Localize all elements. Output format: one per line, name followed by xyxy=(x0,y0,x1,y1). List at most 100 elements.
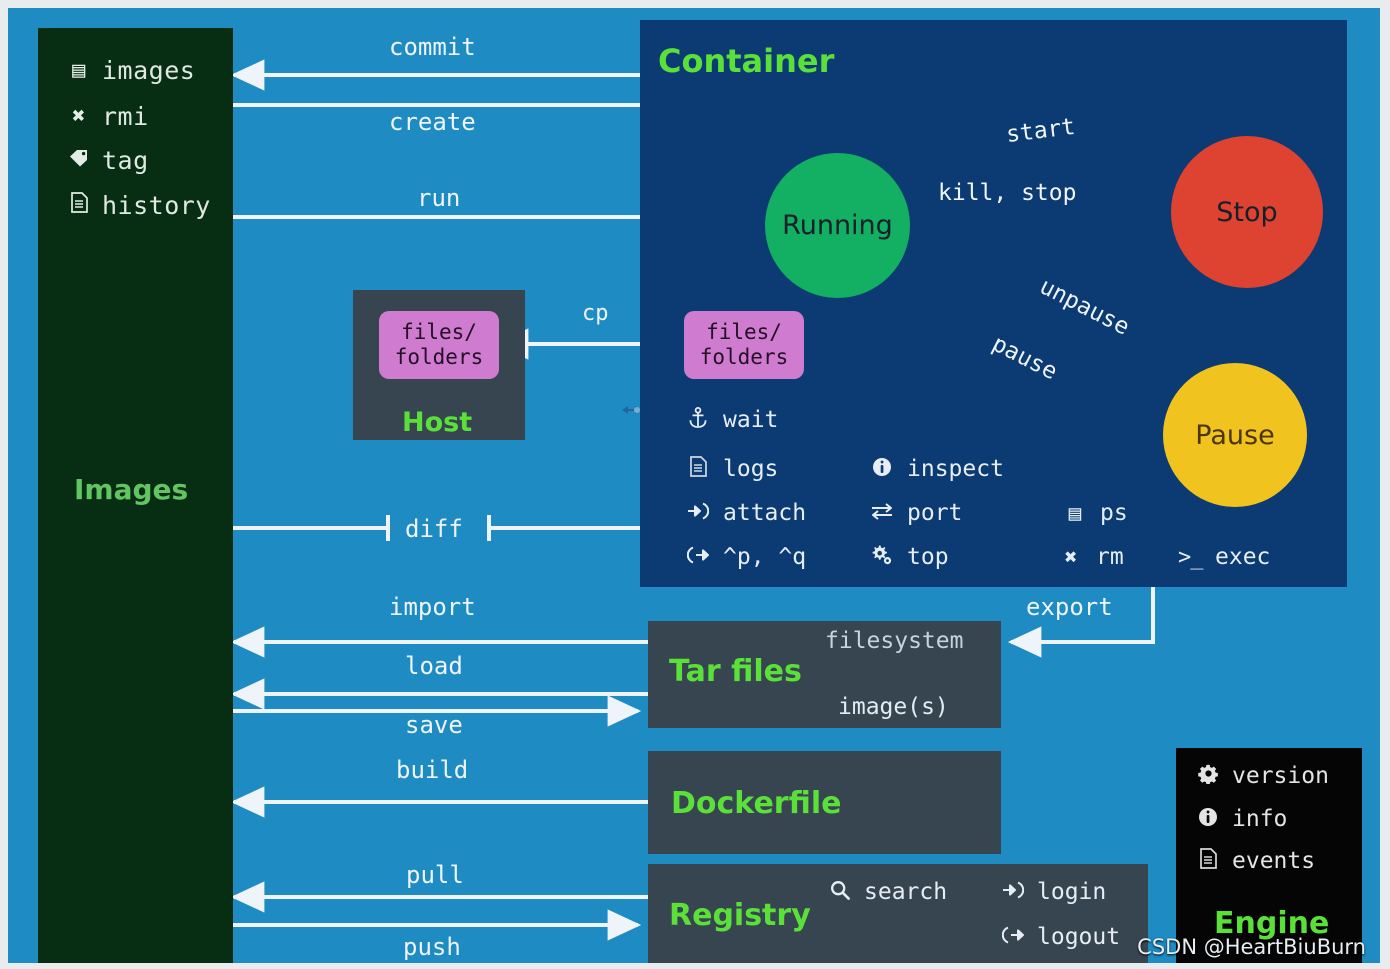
diagram-canvas: ▤ images ✖ rmi tag history Images Contai… xyxy=(8,8,1380,963)
container-command-rm[interactable]: ✖ rm xyxy=(1059,544,1124,570)
frame-left-edge xyxy=(0,0,8,969)
files-folders-line2: folders xyxy=(699,345,789,369)
state-pause[interactable]: Pause xyxy=(1163,363,1307,507)
tar-filesystem-label: filesystem xyxy=(825,628,964,654)
frame-top-edge xyxy=(0,0,1390,8)
watermark: CSDN @HeartBiuBurn xyxy=(1137,935,1366,959)
files-folders-line1: files/ xyxy=(401,320,477,344)
images-command-label: tag xyxy=(102,146,149,175)
images-command-history[interactable]: history xyxy=(68,191,211,220)
label-push: push xyxy=(403,933,461,961)
container-command-wait[interactable]: wait xyxy=(686,406,779,433)
label-pull: pull xyxy=(406,861,464,889)
info-icon xyxy=(870,457,894,482)
terminal-icon: >_ xyxy=(1178,544,1204,570)
registry-command-search[interactable]: search xyxy=(828,879,947,905)
images-command-label: history xyxy=(102,191,211,220)
exchange-icon xyxy=(870,501,894,525)
info-icon xyxy=(1196,807,1220,832)
container-panel-title: Container xyxy=(658,42,835,80)
host-panel-title: Host xyxy=(402,407,473,438)
files-folders-line1: files/ xyxy=(706,320,782,344)
cross-icon: ✖ xyxy=(72,104,86,129)
container-command-label: port xyxy=(907,500,963,526)
state-stop[interactable]: Stop xyxy=(1171,136,1323,288)
images-panel-title: Images xyxy=(74,473,189,506)
container-files-folders: files/ folders xyxy=(684,311,804,379)
frame-bottom-edge xyxy=(0,963,1390,969)
container-command-port[interactable]: port xyxy=(870,500,962,526)
sign-in-icon xyxy=(1001,880,1025,904)
registry-command-label: search xyxy=(864,879,948,905)
registry-title: Registry xyxy=(669,898,811,933)
container-command-label: top xyxy=(907,544,949,570)
engine-command-info[interactable]: info xyxy=(1196,806,1287,832)
container-command-exec[interactable]: >_ exec xyxy=(1178,544,1270,570)
label-run: run xyxy=(417,184,461,212)
label-diff: diff xyxy=(405,515,463,543)
container-command-label: ^p, ^q xyxy=(723,544,807,570)
container-command-top[interactable]: top xyxy=(870,544,949,570)
label-cp: cp xyxy=(582,301,609,326)
engine-command-version[interactable]: version xyxy=(1196,763,1329,789)
label-commit: commit xyxy=(389,33,476,61)
engine-command-label: version xyxy=(1232,763,1329,789)
label-kill-stop: kill, stop xyxy=(938,180,1077,206)
images-command-rmi[interactable]: ✖ rmi xyxy=(68,102,149,131)
tag-icon xyxy=(68,148,90,173)
files-folders-line2: folders xyxy=(394,345,484,369)
sign-in-icon xyxy=(686,501,710,525)
search-icon xyxy=(828,880,852,905)
images-command-label: rmi xyxy=(102,102,149,131)
tar-files-title: Tar files xyxy=(669,654,802,689)
document-icon xyxy=(68,192,90,219)
state-running[interactable]: Running xyxy=(765,153,910,298)
state-label: Running xyxy=(782,210,893,241)
registry-command-label: logout xyxy=(1037,924,1121,950)
document-icon xyxy=(686,456,710,482)
container-command-label: wait xyxy=(723,407,779,433)
label-create: create xyxy=(389,108,476,136)
label-import: import xyxy=(389,593,476,621)
container-command-inspect[interactable]: inspect xyxy=(870,456,1004,482)
container-command-attach[interactable]: attach xyxy=(686,500,806,526)
docker-architecture-diagram: ▤ images ✖ rmi tag history Images Contai… xyxy=(0,0,1390,969)
host-files-folders: files/ folders xyxy=(379,311,499,379)
engine-command-label: info xyxy=(1232,806,1288,832)
label-save: save xyxy=(405,711,463,739)
container-command-label: logs xyxy=(723,456,779,482)
label-load: load xyxy=(405,652,463,680)
container-command-label: inspect xyxy=(907,456,1004,482)
container-command-label: ps xyxy=(1100,500,1128,526)
frame-right-edge xyxy=(1380,0,1390,969)
tar-images-label: image(s) xyxy=(838,694,949,720)
container-command-label: attach xyxy=(723,500,807,526)
container-command-ps[interactable]: ▤ ps xyxy=(1063,500,1128,526)
gears-icon xyxy=(870,544,894,570)
anchor-icon xyxy=(686,406,710,433)
move-cursor-icon xyxy=(620,398,654,422)
dockerfile-title: Dockerfile xyxy=(671,786,842,821)
images-command-tag[interactable]: tag xyxy=(68,146,149,175)
cross-icon: ✖ xyxy=(1064,545,1078,569)
images-command-images[interactable]: ▤ images xyxy=(68,56,195,85)
registry-command-label: login xyxy=(1037,879,1107,905)
container-command-label: exec xyxy=(1215,544,1271,570)
sign-out-icon xyxy=(1001,925,1025,949)
registry-command-login[interactable]: login xyxy=(1001,879,1106,905)
engine-command-label: events xyxy=(1232,848,1316,874)
container-command-logs[interactable]: logs xyxy=(686,456,778,482)
engine-command-events[interactable]: events xyxy=(1196,848,1315,874)
list-icon: ▤ xyxy=(72,58,86,83)
sign-out-icon xyxy=(686,545,710,569)
state-label: Stop xyxy=(1216,196,1278,228)
list-icon: ▤ xyxy=(1068,501,1082,525)
registry-command-logout[interactable]: logout xyxy=(1001,924,1120,950)
document-icon xyxy=(1196,848,1220,874)
images-command-label: images xyxy=(102,56,196,85)
gear-icon xyxy=(1196,763,1220,789)
label-build: build xyxy=(396,756,469,784)
state-label: Pause xyxy=(1195,419,1275,451)
container-command-detach-keys[interactable]: ^p, ^q xyxy=(686,544,806,570)
label-export: export xyxy=(1026,593,1113,621)
